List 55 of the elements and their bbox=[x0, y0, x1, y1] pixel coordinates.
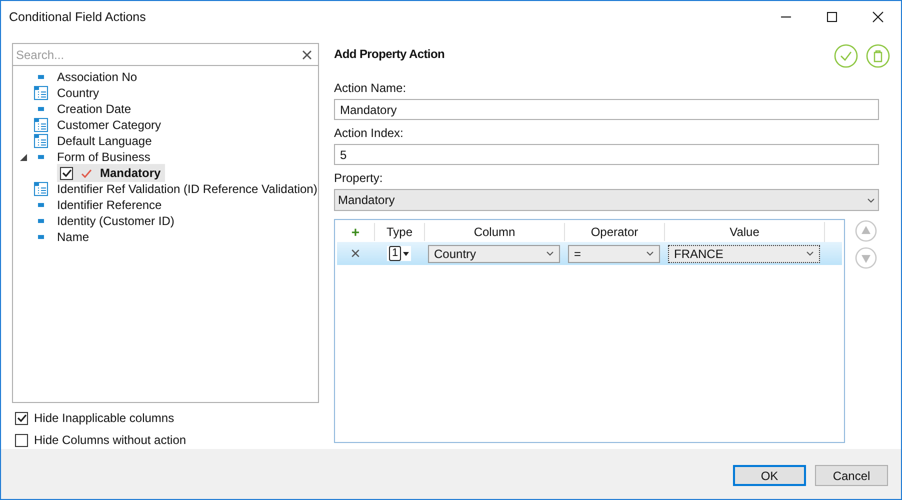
list-icon bbox=[33, 85, 49, 101]
remove-button[interactable]: × bbox=[337, 240, 374, 266]
square-icon bbox=[38, 155, 44, 159]
field-label: Property: bbox=[334, 170, 384, 187]
tree-item[interactable]: Default Language bbox=[57, 132, 152, 150]
checkbox[interactable] bbox=[15, 434, 28, 446]
text-field[interactable]: Mandatory bbox=[334, 99, 879, 120]
ok-button[interactable]: OK bbox=[733, 465, 806, 486]
caret-icon bbox=[546, 251, 554, 256]
checkbox[interactable] bbox=[15, 412, 28, 424]
dropdown[interactable]: FRANCE bbox=[668, 244, 820, 262]
caret-icon bbox=[403, 252, 410, 256]
square-icon bbox=[38, 203, 44, 207]
field-label: Action Index: bbox=[334, 125, 404, 142]
expanded-arrow-icon[interactable] bbox=[20, 154, 26, 160]
square-icon bbox=[38, 75, 44, 79]
add-button[interactable]: + bbox=[337, 222, 374, 242]
caret-icon bbox=[646, 251, 654, 256]
column-header: Operator bbox=[564, 223, 664, 241]
column-header: Value bbox=[664, 223, 824, 241]
column-header: Column bbox=[424, 223, 564, 241]
tree-item[interactable]: Identity (Customer ID) bbox=[57, 212, 174, 230]
dropdown[interactable]: Mandatory bbox=[334, 189, 879, 211]
type-selector[interactable]: 1 bbox=[386, 246, 412, 261]
search-field[interactable]: Search... bbox=[16, 46, 302, 64]
tree-item[interactable]: Association No bbox=[57, 68, 138, 86]
cancel-button[interactable]: Cancel bbox=[815, 465, 888, 486]
checkbox-label: Hide Columns without action bbox=[34, 432, 186, 449]
tree-item[interactable]: Identifier Ref Validation (ID Reference Validation) bbox=[57, 180, 318, 198]
check-icon bbox=[81, 168, 92, 178]
tree-item[interactable]: Customer Category bbox=[57, 116, 162, 134]
clear-icon[interactable] bbox=[302, 50, 312, 60]
list-icon bbox=[33, 117, 49, 133]
list-icon bbox=[33, 181, 49, 197]
tree-item[interactable]: Name bbox=[57, 228, 90, 246]
tree-item[interactable]: Identifier Reference bbox=[57, 196, 162, 214]
square-icon bbox=[38, 219, 44, 223]
window-title: Conditional Field Actions bbox=[9, 8, 147, 26]
checkbox-label: Hide Inapplicable columns bbox=[34, 410, 174, 427]
grid-row[interactable]: × 1 Country = FRANCE bbox=[337, 242, 842, 265]
list-icon bbox=[33, 133, 49, 149]
square-icon bbox=[38, 235, 44, 239]
tree-item[interactable]: Creation Date bbox=[57, 100, 132, 118]
text-field[interactable]: 5 bbox=[334, 144, 879, 165]
caret-icon bbox=[867, 198, 875, 202]
checkbox[interactable] bbox=[60, 166, 73, 180]
caret-icon bbox=[806, 251, 814, 256]
field-label: Action Name: bbox=[334, 80, 408, 97]
square-icon bbox=[38, 107, 44, 111]
column-header: Type bbox=[374, 223, 424, 241]
tree-item[interactable]: Country bbox=[57, 84, 100, 102]
section-title: Add Property Action bbox=[334, 46, 446, 63]
tree-item[interactable]: Form of Business bbox=[57, 148, 150, 166]
dropdown[interactable]: Country bbox=[428, 244, 560, 262]
dropdown[interactable]: = bbox=[568, 244, 660, 262]
